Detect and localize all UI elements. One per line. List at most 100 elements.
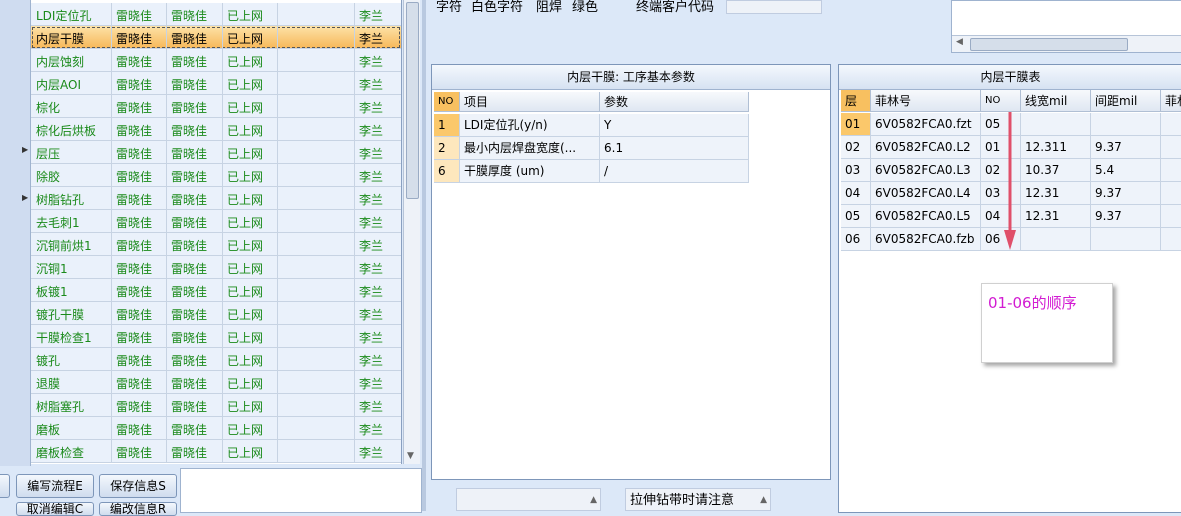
film-cell-line-width[interactable]: 12.31 — [1021, 182, 1091, 205]
end-customer-code-field[interactable] — [726, 0, 822, 14]
params-header-value[interactable]: 参数 — [600, 92, 749, 112]
film-cell-layer[interactable]: 06 — [841, 228, 871, 251]
film-cell-layer[interactable]: 05 — [841, 205, 871, 228]
film-cell-spacing[interactable]: 9.37 — [1091, 136, 1161, 159]
params-cell-no[interactable]: 1 — [434, 114, 460, 137]
process-row[interactable]: 内层蚀刻 雷晓佳 雷晓佳 已上网 李兰 — [31, 49, 401, 72]
footer-field-left[interactable]: ▲ — [456, 488, 601, 511]
horizontal-scrollbar[interactable]: ◀ — [952, 35, 1181, 52]
cell-editor: 雷晓佳 — [116, 423, 153, 437]
process-row[interactable]: 棕化后烘板 雷晓佳 雷晓佳 已上网 李兰 — [31, 118, 401, 141]
process-row[interactable]: 退膜 雷晓佳 雷晓佳 已上网 李兰 — [31, 371, 401, 394]
cell-editor: 雷晓佳 — [116, 101, 153, 115]
process-row[interactable]: 镀孔 雷晓佳 雷晓佳 已上网 李兰 — [31, 348, 401, 371]
process-row[interactable]: 磨板 雷晓佳 雷晓佳 已上网 李兰 — [31, 417, 401, 440]
scroll-up-icon[interactable]: ▲ — [760, 489, 767, 512]
params-cell-value[interactable]: 6.1 — [600, 137, 749, 160]
scroll-up-icon[interactable]: ▲ — [590, 489, 597, 512]
cell-checker: 雷晓佳 — [171, 239, 208, 253]
film-header-layer[interactable]: 层 — [841, 90, 871, 112]
film-cell-film[interactable] — [1161, 113, 1181, 136]
save-info-button[interactable]: 保存信息S — [99, 474, 177, 498]
film-cell-film-no[interactable]: 6V0582FCA0.L4 — [871, 182, 981, 205]
process-row[interactable]: 干膜检查1 雷晓佳 雷晓佳 已上网 李兰 — [31, 325, 401, 348]
film-cell-spacing[interactable]: 9.37 — [1091, 205, 1161, 228]
film-cell-film-no[interactable]: 6V0582FCA0.L5 — [871, 205, 981, 228]
process-row[interactable]: 磨板检查 雷晓佳 雷晓佳 已上网 李兰 — [31, 440, 401, 463]
params-header-item[interactable]: 项目 — [460, 92, 600, 112]
cell-checker: 雷晓佳 — [171, 331, 208, 345]
film-cell-line-width[interactable] — [1021, 228, 1091, 251]
column-separator — [166, 302, 167, 324]
process-row[interactable]: 板镀1 雷晓佳 雷晓佳 已上网 李兰 — [31, 279, 401, 302]
cancel-edit-button[interactable]: 取消编辑C — [16, 502, 94, 516]
params-cell-no[interactable]: 2 — [434, 137, 460, 160]
process-row[interactable]: 沉铜1 雷晓佳 雷晓佳 已上网 李兰 — [31, 256, 401, 279]
params-cell-item[interactable]: LDI定位孔(y/n) — [460, 114, 600, 137]
process-grid-scrollbar[interactable]: ▼ — [403, 0, 420, 464]
params-cell-value[interactable]: Y — [600, 114, 749, 137]
scrollbar-thumb[interactable] — [406, 2, 419, 199]
label-char: 字符 — [436, 0, 463, 15]
film-cell-film[interactable] — [1161, 228, 1181, 251]
film-cell-film-no[interactable]: 6V0582FCA0.L2 — [871, 136, 981, 159]
film-cell-spacing[interactable]: 5.4 — [1091, 159, 1161, 182]
edit-info-button[interactable]: 编改信息R — [99, 502, 177, 516]
partial-button[interactable] — [0, 474, 10, 498]
film-cell-film-no[interactable]: 6V0582FCA0.fzb — [871, 228, 981, 251]
film-cell-film[interactable] — [1161, 205, 1181, 228]
film-cell-layer[interactable]: 02 — [841, 136, 871, 159]
process-row[interactable]: 树脂塞孔 雷晓佳 雷晓佳 已上网 李兰 — [31, 394, 401, 417]
cell-editor: 雷晓佳 — [116, 55, 153, 69]
process-row[interactable]: 树脂钻孔 雷晓佳 雷晓佳 已上网 李兰 — [31, 187, 401, 210]
process-row[interactable]: 沉铜前烘1 雷晓佳 雷晓佳 已上网 李兰 — [31, 233, 401, 256]
film-cell-layer[interactable]: 01 — [841, 113, 871, 136]
scroll-left-icon[interactable]: ◀ — [956, 37, 963, 47]
film-cell-spacing[interactable] — [1091, 113, 1161, 136]
scrollbar-thumb[interactable] — [970, 38, 1128, 51]
expand-arrow-icon[interactable]: ▶ — [22, 193, 28, 202]
expand-arrow-icon[interactable]: ▶ — [22, 145, 28, 154]
params-cell-no[interactable]: 6 — [434, 160, 460, 183]
film-cell-line-width[interactable]: 10.37 — [1021, 159, 1091, 182]
film-header-spacing[interactable]: 间距mil — [1091, 90, 1161, 112]
cell-status: 已上网 — [227, 423, 264, 437]
column-separator — [166, 118, 167, 140]
params-cell-item[interactable]: 干膜厚度 (um) — [460, 160, 600, 183]
params-cell-item[interactable]: 最小内层焊盘宽度(... — [460, 137, 600, 160]
film-cell-layer[interactable]: 04 — [841, 182, 871, 205]
process-row[interactable]: LDI定位孔 雷晓佳 雷晓佳 已上网 李兰 — [31, 3, 401, 26]
film-cell-line-width[interactable]: 12.311 — [1021, 136, 1091, 159]
process-row[interactable]: 棕化 雷晓佳 雷晓佳 已上网 李兰 — [31, 95, 401, 118]
splitter[interactable] — [422, 0, 426, 511]
film-cell-film[interactable] — [1161, 159, 1181, 182]
film-cell-layer[interactable]: 03 — [841, 159, 871, 182]
params-header-no[interactable]: NO — [434, 92, 460, 112]
process-row[interactable]: 内层AOI 雷晓佳 雷晓佳 已上网 李兰 — [31, 72, 401, 95]
scroll-down-icon[interactable]: ▼ — [407, 451, 414, 461]
process-row[interactable]: 去毛刺1 雷晓佳 雷晓佳 已上网 李兰 — [31, 210, 401, 233]
params-cell-value[interactable]: / — [600, 160, 749, 183]
film-cell-line-width[interactable]: 12.31 — [1021, 205, 1091, 228]
cell-checker: 雷晓佳 — [171, 147, 208, 161]
edit-flow-button[interactable]: 编写流程E — [16, 474, 94, 498]
film-cell-line-width[interactable] — [1021, 113, 1091, 136]
film-header-line-width[interactable]: 线宽mil — [1021, 90, 1091, 112]
cell-checker: 雷晓佳 — [171, 446, 208, 460]
film-cell-film[interactable] — [1161, 136, 1181, 159]
film-header-no[interactable]: NO — [981, 90, 1021, 112]
film-cell-film-no[interactable]: 6V0582FCA0.fzt — [871, 113, 981, 136]
film-cell-film-no[interactable]: 6V0582FCA0.L3 — [871, 159, 981, 182]
film-cell-film[interactable] — [1161, 182, 1181, 205]
column-separator — [354, 210, 355, 232]
process-row[interactable]: 层压 雷晓佳 雷晓佳 已上网 李兰 — [31, 141, 401, 164]
film-cell-spacing[interactable]: 9.37 — [1091, 182, 1161, 205]
process-name: 板镀1 — [36, 285, 68, 299]
process-row[interactable]: 镀孔干膜 雷晓佳 雷晓佳 已上网 李兰 — [31, 302, 401, 325]
label-green: 绿色 — [572, 0, 599, 15]
film-cell-spacing[interactable] — [1091, 228, 1161, 251]
process-row[interactable]: 除胶 雷晓佳 雷晓佳 已上网 李兰 — [31, 164, 401, 187]
film-header-film[interactable]: 菲林 — [1161, 90, 1181, 112]
film-header-film-no[interactable]: 菲林号 — [871, 90, 981, 112]
process-row[interactable]: 内层干膜 雷晓佳 雷晓佳 已上网 李兰 — [31, 26, 401, 49]
